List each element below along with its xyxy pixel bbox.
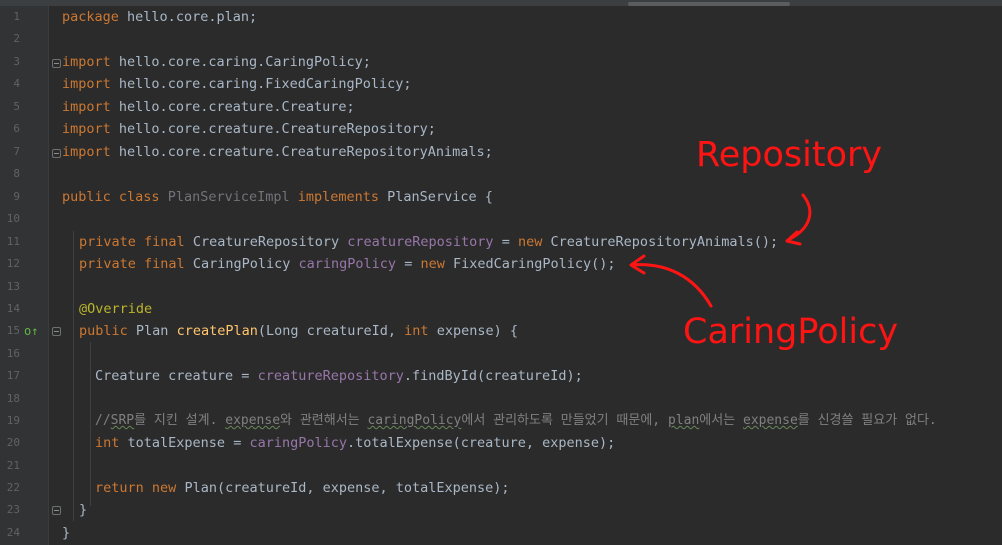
repository-arrow-icon	[785, 193, 812, 246]
callout-arrows	[629, 193, 812, 308]
caringpolicy-arrow-icon	[629, 254, 713, 308]
